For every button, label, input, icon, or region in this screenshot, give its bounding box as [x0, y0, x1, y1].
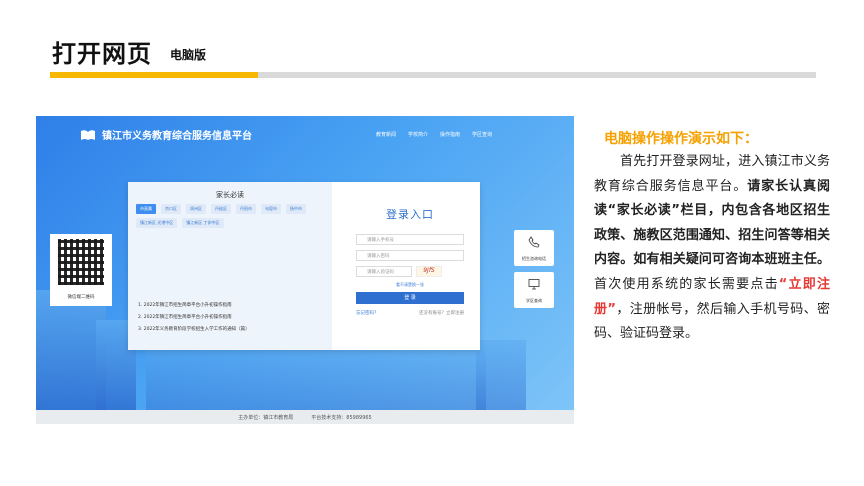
tab-district[interactable]: 京口区 [161, 204, 181, 214]
notice-item[interactable]: 3. 2022年义务教育阶段学校招生入学工作的通知（篇） [138, 326, 250, 332]
notice-title: 家长必读 [216, 191, 244, 199]
password-input[interactable]: 请输入密码 [356, 250, 464, 261]
title-underline-accent [50, 72, 258, 78]
district-query-label: 学区查询 [526, 298, 542, 303]
notice-item[interactable]: 2. 2022年镇江市招生简章平台小升初操作指南 [138, 314, 250, 320]
footer-organizer: 主办单位：镇江市教育局 [238, 414, 294, 421]
district-tabs: 市直属 京口区 润州区 丹徒区 丹阳市 句容市 扬中市 镇江新区 光港中区 镇江… [136, 204, 326, 228]
phone-icon [528, 236, 540, 248]
instructions-part4: ，注册帐号，然后输入手机号码、密码、验证码登录。 [594, 301, 830, 342]
building-decoration [146, 350, 486, 410]
login-form: 登录入口 请输入手机号 请输入密码 请输入验证码 9JfS 看不清楚换一张 登 … [340, 182, 480, 350]
tab-district[interactable]: 丹阳市 [236, 204, 256, 214]
nav-item-guide[interactable]: 操作指南 [440, 131, 460, 138]
captcha-image[interactable]: 9JfS [416, 266, 442, 277]
main-panel: 家长必读 市直属 京口区 润州区 丹徒区 丹阳市 句容市 扬中市 镇江新区 光港… [128, 182, 480, 350]
site-title: 镇江市义务教育综合服务信息平台 [102, 131, 252, 142]
tab-district[interactable]: 镇江新区 丁卯中区 [182, 218, 224, 228]
site-footer: 主办单位：镇江市教育局 平台技术支持：85989965 [36, 410, 574, 424]
tab-district[interactable]: 句容市 [261, 204, 281, 214]
forgot-password-link[interactable]: 忘记密码？ [356, 310, 379, 316]
top-navigation: 教育新闻 学校简介 操作指南 学区查询 [376, 131, 492, 138]
tab-district[interactable]: 镇江新区 光港中区 [136, 218, 178, 228]
footer-support: 平台技术支持：85989965 [311, 414, 372, 421]
website-screenshot: 镇江市义务教育综合服务信息平台 教育新闻 学校简介 操作指南 学区查询 家长必读… [36, 116, 574, 424]
hotline-label: 招生咨询电话 [522, 256, 546, 261]
monitor-icon [528, 279, 540, 290]
nav-item-schools[interactable]: 学校简介 [408, 131, 428, 138]
phone-input[interactable]: 请输入手机号 [356, 234, 464, 245]
site-logo[interactable]: 镇江市义务教育综合服务信息平台 [80, 127, 252, 142]
captcha-refresh-link[interactable]: 看不清楚换一张 [340, 282, 480, 288]
tab-district[interactable]: 润州区 [186, 204, 206, 214]
hotline-button[interactable]: 招生咨询电话 [514, 230, 554, 266]
parent-notice: 家长必读 市直属 京口区 润州区 丹徒区 丹阳市 句容市 扬中市 镇江新区 光港… [128, 182, 332, 350]
login-button[interactable]: 登 录 [356, 292, 464, 304]
slide-title: 打开网页 [52, 40, 152, 68]
qr-code [58, 239, 104, 285]
qr-label: 微信端二维码 [67, 295, 95, 300]
notice-item[interactable]: 1. 2022年镇江市招生简章平台小升初操作指南 [138, 302, 250, 308]
notice-list: 1. 2022年镇江市招生简章平台小升初操作指南 2. 2022年镇江市招生简章… [138, 302, 250, 332]
qr-code-card: 微信端二维码 [50, 234, 112, 306]
instructions-heading: 电脑操作操作演示如下： [604, 131, 758, 147]
register-link[interactable]: 还没有账号？立即注册 [419, 310, 464, 316]
tab-district[interactable]: 丹徒区 [211, 204, 231, 214]
tab-district[interactable]: 扬中市 [286, 204, 306, 214]
book-icon [81, 130, 95, 140]
captcha-input[interactable]: 请输入验证码 [356, 266, 412, 277]
slide-subtitle: 电脑版 [170, 48, 207, 62]
nav-item-news[interactable]: 教育新闻 [376, 131, 396, 138]
district-query-button[interactable]: 学区查询 [514, 272, 554, 308]
instructions-part3: 首次使用系统的家长需要点击 [594, 276, 779, 292]
nav-item-district[interactable]: 学区查询 [472, 131, 492, 138]
tab-district[interactable]: 市直属 [136, 204, 156, 214]
login-title: 登录入口 [386, 208, 434, 221]
instructions-text: 首先打开登录网址，进入镇江市义务教育综合服务信息平台。请家长认真阅读“家长必读”… [594, 150, 830, 347]
